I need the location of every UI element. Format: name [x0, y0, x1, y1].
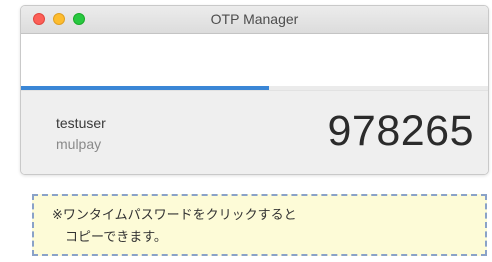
content-area — [21, 34, 488, 86]
otp-manager-window: OTP Manager testuser mulpay 978265 — [20, 5, 489, 175]
note-line-2: コピーできます。 — [65, 230, 167, 245]
account-username: testuser — [56, 115, 106, 131]
window-title: OTP Manager — [210, 11, 299, 27]
one-time-password-code[interactable]: 978265 — [328, 107, 475, 156]
note-line-1: ※ワンタイムパスワードをクリックすると — [52, 208, 297, 223]
otp-account-row[interactable]: testuser mulpay 978265 — [21, 90, 488, 174]
title-bar[interactable]: OTP Manager — [21, 6, 488, 34]
instruction-note: ※ワンタイムパスワードをクリックすると コピーできます。 — [32, 194, 487, 256]
account-issuer: mulpay — [56, 136, 102, 152]
